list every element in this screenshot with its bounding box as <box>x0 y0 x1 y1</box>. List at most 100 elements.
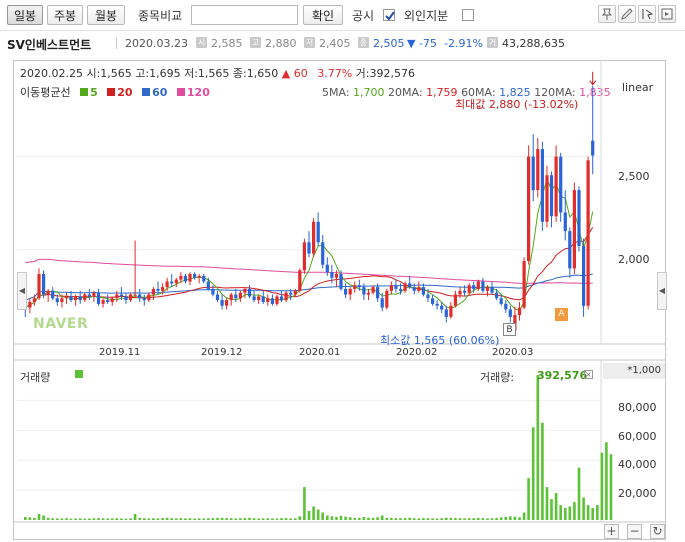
volume-bar <box>504 517 508 520</box>
candle-body <box>572 190 576 269</box>
tab-monthly[interactable]: 월봉 <box>87 5 125 25</box>
candle-body <box>458 290 462 295</box>
volume-bar <box>316 509 320 520</box>
candle-body <box>417 287 421 291</box>
candle-body <box>206 281 210 289</box>
candle-body <box>229 294 233 301</box>
volume-bar <box>394 518 398 520</box>
volume-bar <box>477 517 480 520</box>
candle-body <box>55 298 59 302</box>
volume-bar <box>312 506 315 520</box>
candle-body <box>549 175 554 217</box>
volume-bar <box>257 518 260 520</box>
volume-bar <box>156 518 160 520</box>
volume-bar <box>193 518 196 520</box>
candle-body <box>453 294 457 306</box>
candle-body <box>83 294 87 301</box>
vol-tick-80000: 80,000 <box>618 401 657 414</box>
badge-b[interactable]: B <box>503 323 516 336</box>
candle-body <box>499 298 503 304</box>
tab-weekly[interactable]: 주봉 <box>47 5 83 25</box>
scroll-right-button[interactable]: ◀ <box>657 272 667 310</box>
volume-bar <box>124 518 128 520</box>
max-annotation: 최대값 2,880 (-13.02%) <box>455 98 579 111</box>
volume-bar <box>490 518 494 520</box>
reset-icon[interactable]: ↻ <box>650 524 665 539</box>
candle-body <box>42 274 46 295</box>
volume-bar <box>284 518 288 520</box>
volume-bar <box>362 517 366 520</box>
volume-bar <box>202 518 206 520</box>
info-date: 2020.03.23 <box>125 37 188 50</box>
pin-icon[interactable] <box>598 5 616 23</box>
candle-body <box>302 242 306 271</box>
volume-bar <box>51 518 54 520</box>
candle-body <box>252 296 256 301</box>
volume-bar <box>37 514 41 520</box>
cursor-icon[interactable] <box>638 5 656 23</box>
volume-bar <box>294 518 297 520</box>
naver-watermark: NAVER <box>33 316 89 332</box>
candle-body <box>51 290 55 299</box>
close-volume-icon[interactable]: × <box>584 370 593 379</box>
disclosure-checkbox[interactable] <box>383 9 395 21</box>
scroll-left-button[interactable]: ◀ <box>17 272 27 310</box>
candle-body <box>531 156 535 191</box>
volume-bar <box>353 517 357 520</box>
candle-body <box>330 272 334 278</box>
volume-bar <box>143 518 146 520</box>
candle-body <box>490 287 494 293</box>
stock-chart <box>14 60 666 523</box>
volume-bar <box>88 518 91 520</box>
compare-input[interactable] <box>191 5 298 25</box>
confirm-button[interactable]: 확인 <box>303 5 343 25</box>
candle-body <box>380 298 384 308</box>
volume-bar <box>573 502 576 520</box>
candle-body <box>151 288 155 295</box>
candle-body <box>344 288 348 295</box>
candle-body <box>366 292 371 295</box>
candle-body <box>476 281 480 289</box>
volume-bar <box>467 518 471 520</box>
foreign-checkbox[interactable] <box>462 9 474 21</box>
volume-bar <box>92 518 96 520</box>
volume-bar <box>225 518 228 520</box>
zoom-in-button[interactable]: + <box>604 524 619 539</box>
zoom-out-button[interactable]: − <box>627 524 642 539</box>
candle-body <box>307 242 311 254</box>
candle-body <box>138 294 142 299</box>
info-close: 2,505 <box>373 37 405 50</box>
candle-body <box>545 175 549 222</box>
volume-bar <box>106 518 109 520</box>
candle-body <box>74 296 78 301</box>
tab-daily[interactable]: 일봉 <box>7 5 43 25</box>
volume-bar <box>495 517 498 520</box>
badge-a[interactable]: A <box>555 308 568 321</box>
volume-bar <box>527 478 530 520</box>
volume-bar <box>513 516 517 520</box>
volume-bar <box>69 518 73 520</box>
volume-bar <box>184 518 187 520</box>
volume-bar <box>211 518 215 520</box>
candle-body <box>96 292 101 304</box>
divider <box>116 38 117 49</box>
volume-bar <box>559 505 562 520</box>
volume-bar <box>46 517 50 520</box>
volume-bar <box>271 518 274 520</box>
candle-body <box>202 275 206 282</box>
candle-body <box>279 296 284 301</box>
info-volume: 43,288,635 <box>502 37 565 50</box>
expand-icon[interactable] <box>658 5 676 23</box>
volume-bar <box>83 518 87 520</box>
x-tick-2020-01: 2020.01 <box>299 347 341 358</box>
volume-bar <box>371 517 375 520</box>
candle-body <box>440 305 444 310</box>
volume-bar <box>348 517 352 520</box>
volume-bar <box>344 516 347 520</box>
volume-swatch <box>75 370 83 378</box>
volume-bar <box>60 518 64 520</box>
volume-bar <box>161 518 164 520</box>
pencil-icon[interactable] <box>618 5 636 23</box>
volume-bar <box>440 518 443 520</box>
candle-body <box>353 285 357 289</box>
